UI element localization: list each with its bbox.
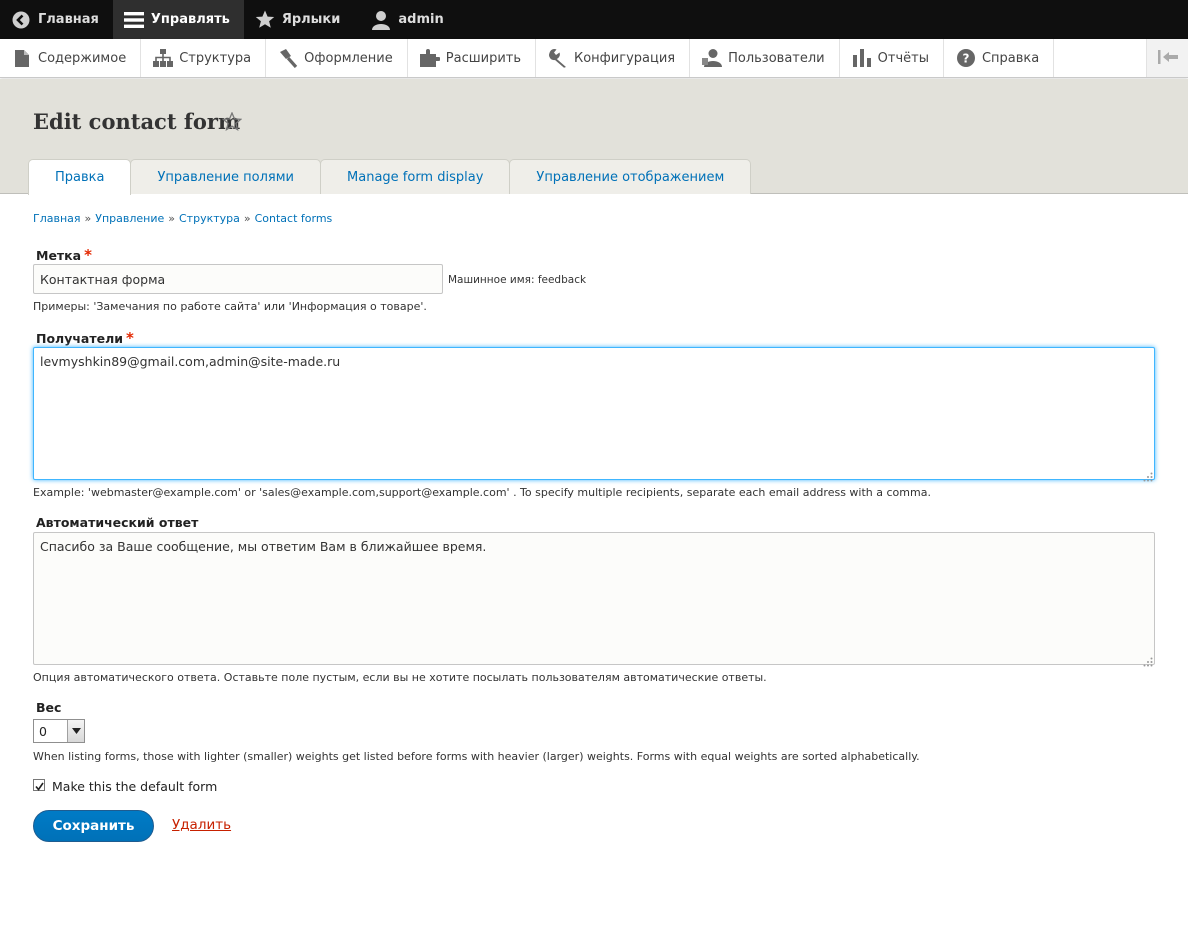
breadcrumb-separator: » (84, 212, 92, 225)
menu-icon (123, 9, 145, 31)
required-marker: * (84, 246, 92, 264)
field-label-text: Получатели (36, 331, 124, 346)
tray-item-configuration[interactable]: Конфигурация (536, 39, 691, 77)
machine-name: Машинное имя: feedback (448, 274, 587, 286)
label-field-title: Метка * (36, 246, 92, 264)
collapse-left-icon (1157, 49, 1178, 68)
reply-textarea[interactable]: Спасибо за Ваше сообщение, мы ответим Ва… (33, 532, 1155, 665)
tab-edit[interactable]: Правка (28, 159, 132, 195)
file-icon (12, 48, 32, 68)
tray-item-people[interactable]: Пользователи (690, 39, 840, 77)
tray-item-reports[interactable]: Отчёты (840, 39, 944, 77)
shortcut-star-icon[interactable] (221, 111, 243, 135)
weight-select[interactable]: 0 (33, 719, 85, 743)
toolbar-item-label: Управлять (150, 12, 230, 27)
default-form-label[interactable]: Make this the default form (52, 779, 217, 794)
brush-icon (278, 48, 298, 68)
toolbar-item-shortcuts[interactable]: Ярлыки (244, 0, 355, 39)
default-form-checkbox[interactable] (33, 779, 45, 791)
help-icon: ? (956, 48, 976, 68)
page-header: Edit contact form Правка Управление поля… (0, 79, 1188, 195)
tray-orientation-toggle[interactable] (1146, 39, 1188, 77)
tray-item-appearance[interactable]: Оформление (266, 39, 408, 77)
tray-item-help[interactable]: ? Справка (944, 39, 1055, 77)
toolbar-item-label: Ярлыки (281, 12, 341, 27)
checkmark-icon (34, 776, 44, 795)
tray-item-label: Структура (179, 50, 252, 66)
delete-link[interactable]: Удалить (172, 817, 231, 833)
primary-tabs: Правка Управление полями Manage form dis… (28, 159, 752, 195)
resize-grip-icon[interactable] (1143, 467, 1153, 482)
breadcrumb-link-home[interactable]: Главная (33, 212, 81, 225)
tray-item-label: Отчёты (877, 50, 929, 66)
toolbar-item-manage[interactable]: Управлять (112, 0, 244, 39)
user-icon (370, 9, 392, 31)
recipients-description: Example: 'webmaster@example.com' or 'sal… (33, 486, 931, 499)
tray-item-label: Оформление (304, 50, 393, 66)
recipients-textarea[interactable]: levmyshkin89@gmail.com,admin@site-made.r… (33, 347, 1155, 480)
resize-grip-icon[interactable] (1143, 652, 1153, 667)
weight-selected-value: 0 (39, 723, 47, 739)
required-marker: * (126, 329, 134, 347)
reply-field-title: Автоматический ответ (36, 515, 199, 530)
tab-manage-form-display[interactable]: Manage form display (320, 159, 511, 194)
save-button[interactable]: Сохранить (33, 810, 154, 842)
tray-item-label: Конфигурация (574, 50, 676, 66)
toolbar-item-label: Главная (38, 12, 99, 27)
toolbar-item-user[interactable]: admin (354, 0, 457, 39)
page-title: Edit contact form (33, 109, 241, 134)
breadcrumb-separator: » (243, 212, 251, 225)
breadcrumb-link-contact-forms[interactable]: Contact forms (255, 212, 333, 225)
toolbar-item-label: admin (398, 12, 444, 27)
tray-item-content[interactable]: Содержимое (0, 39, 142, 77)
svg-text:?: ? (962, 52, 969, 66)
star-icon (254, 9, 276, 31)
tray-item-label: Содержимое (38, 50, 127, 66)
label-description: Примеры: 'Замечания по работе сайта' или… (33, 300, 427, 313)
toolbar-item-home[interactable]: Главная (0, 0, 113, 39)
field-label-text: Метка (36, 248, 82, 263)
weight-field-title: Вес (36, 700, 62, 715)
tab-manage-display[interactable]: Управление отображением (509, 159, 752, 194)
tray-item-extend[interactable]: Расширить (408, 39, 536, 77)
admin-tray: Содержимое Структура Оформление Расширит… (0, 39, 1188, 78)
top-toolbar: Главная Управлять Ярлыки admin (0, 0, 1188, 39)
recipients-field-title: Получатели * (36, 329, 134, 347)
tray-item-label: Расширить (445, 50, 521, 66)
sitemap-icon (153, 48, 174, 68)
reply-description: Опция автоматического ответа. Оставьте п… (33, 671, 767, 684)
breadcrumb: Главная» Управление» Структура» Contact for… (33, 212, 332, 225)
tray-item-label: Справка (981, 50, 1040, 66)
puzzle-icon (419, 48, 440, 68)
breadcrumb-link-structure[interactable]: Структура (179, 212, 240, 225)
breadcrumb-link-admin[interactable]: Управление (95, 212, 164, 225)
tray-item-structure[interactable]: Структура (141, 39, 267, 77)
weight-description: When listing forms, those with lighter (… (33, 750, 920, 763)
wrench-icon (548, 48, 568, 68)
bar-chart-icon (852, 48, 872, 68)
tray-item-label: Пользователи (728, 50, 825, 66)
tab-manage-fields[interactable]: Управление полями (130, 159, 322, 194)
users-icon (702, 48, 723, 68)
breadcrumb-separator: » (168, 212, 175, 225)
label-input[interactable] (33, 264, 443, 294)
back-arrow-icon (10, 9, 32, 31)
dropdown-arrow-icon (67, 720, 84, 742)
